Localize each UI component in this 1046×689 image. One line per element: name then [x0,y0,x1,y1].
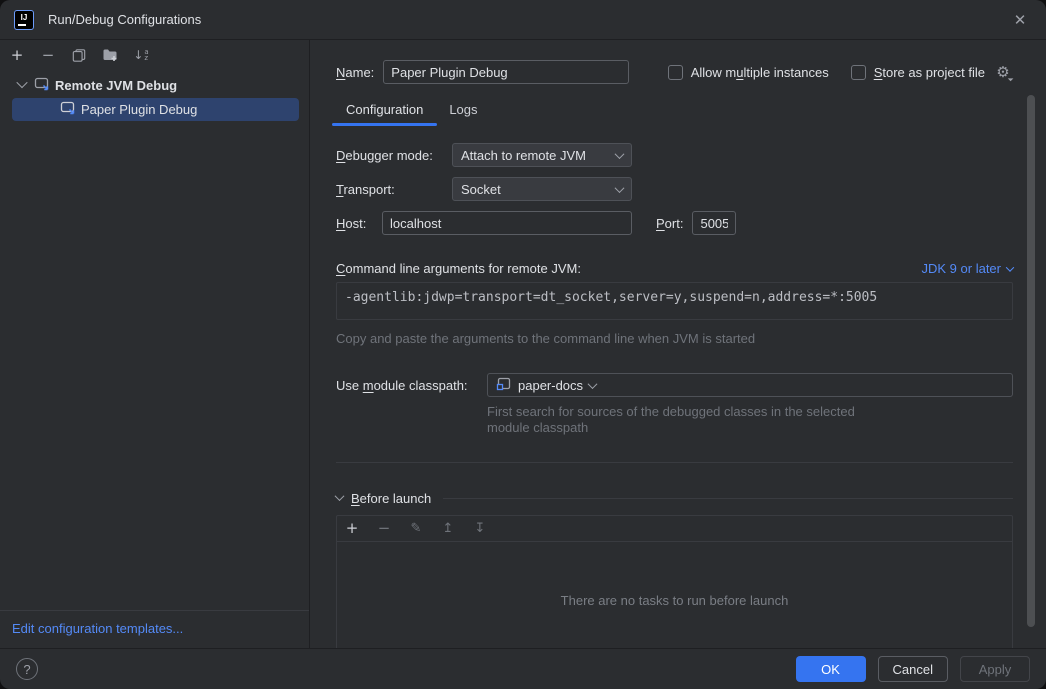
copy-icon[interactable] [70,46,88,64]
ok-button[interactable]: OK [796,656,866,682]
store-settings-gear-icon[interactable]: ⚙ [993,62,1013,82]
move-up-icon[interactable]: ↥ [439,520,457,538]
run-debug-configurations-dialog: IJ Run/Debug Configurations ✕ + − [0,0,1046,689]
move-down-icon[interactable]: ↧ [471,520,489,538]
host-input[interactable] [382,211,632,235]
name-row: Name: Allow multiple instances Store as … [336,60,1013,84]
sidebar-toolbar: + − ↓ a [0,40,309,68]
before-launch-label: Before launch [351,491,431,506]
cmdline-label-row: Command line arguments for remote JVM: J… [336,261,1013,276]
edit-templates-row: Edit configuration templates... [0,610,309,648]
edit-task-icon[interactable]: ✎ [407,520,425,538]
close-icon[interactable]: ✕ [1008,8,1032,32]
add-task-icon[interactable]: + [343,520,361,538]
host-port-row: Host: Port: [336,211,1013,235]
module-classpath-help: First search for sources of the debugged… [487,404,1013,436]
cmdline-args-label: Command line arguments for remote JVM: [336,261,581,276]
cmdline-help-text: Copy and paste the arguments to the comm… [336,331,1013,346]
editor-tabs: Configuration Logs [336,102,1013,126]
sort-icon[interactable]: ↓ a z [132,46,150,64]
checkbox-icon[interactable] [851,65,866,80]
dialog-title: Run/Debug Configurations [48,12,201,27]
checkbox-label: Allow multiple instances [691,65,829,80]
module-icon [496,376,512,395]
chevron-down-icon[interactable] [16,77,27,88]
cancel-button[interactable]: Cancel [878,656,948,682]
logo-text: IJ [21,14,28,22]
vertical-scrollbar[interactable] [1027,95,1035,627]
add-icon[interactable]: + [8,46,26,64]
help-icon[interactable]: ? [16,658,38,680]
chevron-down-icon [588,379,598,389]
tab-configuration[interactable]: Configuration [336,102,433,126]
no-tasks-message: There are no tasks to run before launch [337,542,1012,648]
port-label: Port: [656,216,683,231]
remove-task-icon[interactable]: − [375,520,393,538]
debugger-mode-label: Debugger mode: [336,148,452,163]
remove-icon[interactable]: − [39,46,57,64]
before-launch-toolbar: + − ✎ ↥ ↧ [337,516,1012,542]
tree-item-label: Remote JVM Debug [55,78,177,93]
transport-row: Transport: Socket [336,177,1013,201]
remote-debug-config-icon [34,76,50,95]
name-input[interactable] [383,60,629,84]
transport-select[interactable]: Socket [452,177,632,201]
new-folder-icon[interactable] [101,46,119,64]
apply-button: Apply [960,656,1030,682]
before-launch-tasks-panel: + − ✎ ↥ ↧ There are no tasks to run befo… [336,515,1013,648]
section-divider [336,462,1013,463]
chevron-down-icon [615,149,625,159]
debugger-mode-select[interactable]: Attach to remote JVM [452,143,632,167]
configurations-sidebar: + − ↓ a [0,40,310,648]
host-label: Host: [336,216,382,231]
edit-configuration-templates-link[interactable]: Edit configuration templates... [12,621,183,636]
chevron-down-icon [1006,263,1014,271]
debugger-mode-row: Debugger mode: Attach to remote JVM [336,143,1013,167]
port-input[interactable] [692,211,736,235]
jdk-version-dropdown[interactable]: JDK 9 or later [922,261,1013,276]
tree-item-paper-plugin-debug[interactable]: Paper Plugin Debug [12,98,299,121]
dialog-footer: ? OK Cancel Apply [0,648,1046,689]
tree-item-remote-jvm-debug[interactable]: Remote JVM Debug [12,74,299,97]
configuration-form: Debugger mode: Attach to remote JVM Tran… [336,143,1013,648]
name-label: Name: [336,65,374,80]
intellij-logo-icon: IJ [14,10,34,30]
dialog-body: + − ↓ a [0,40,1046,648]
checkbox-icon[interactable] [668,65,683,80]
title-bar: IJ Run/Debug Configurations ✕ [0,0,1046,40]
checkbox-label: Store as project file [874,65,985,80]
store-as-project-file-checkbox[interactable]: Store as project file ⚙ [851,62,1013,82]
allow-multiple-instances-checkbox[interactable]: Allow multiple instances [668,65,829,80]
configurations-tree: Remote JVM Debug Paper Plugin Debug [0,68,309,610]
chevron-down-icon [615,183,625,193]
chevron-down-icon[interactable] [335,491,345,501]
module-classpath-row: Use module classpath: paper-docs [336,373,1013,397]
configuration-editor: Name: Allow multiple instances Store as … [310,40,1046,648]
cmdline-args-field[interactable]: -agentlib:jdwp=transport=dt_socket,serve… [336,282,1013,320]
module-classpath-label: Use module classpath: [336,378,487,393]
tree-item-label: Paper Plugin Debug [81,102,197,117]
module-classpath-select[interactable]: paper-docs [487,373,1013,397]
before-launch-header[interactable]: Before launch [336,491,1013,506]
transport-label: Transport: [336,182,452,197]
remote-debug-config-icon [60,100,76,119]
tab-logs[interactable]: Logs [439,102,487,126]
